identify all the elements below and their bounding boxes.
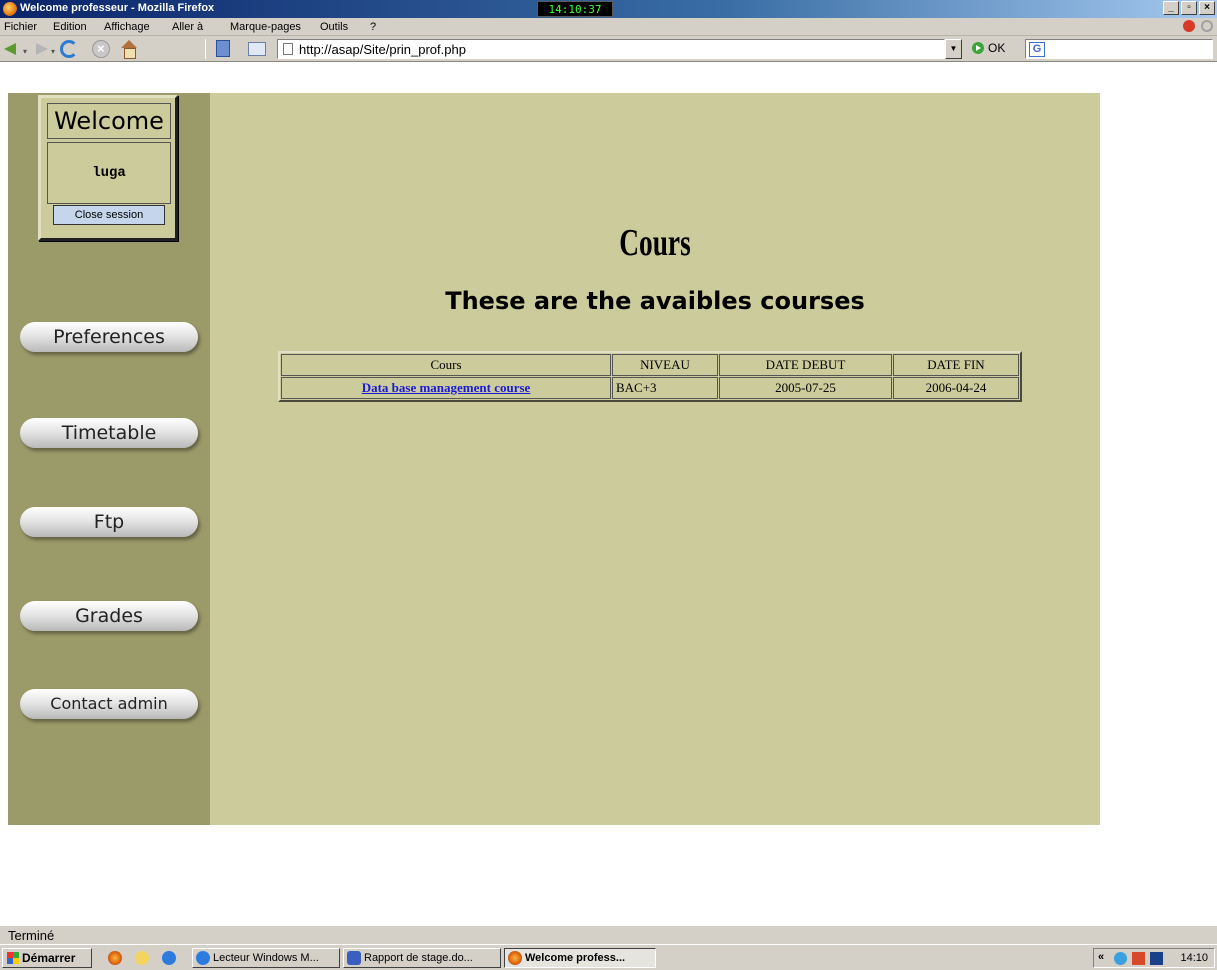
back-dropdown-icon[interactable]: ▾ [23, 47, 27, 56]
page-title: Cours [619, 222, 691, 264]
course-end-cell: 2006-04-24 [893, 377, 1019, 399]
close-window-button[interactable]: × [1199, 1, 1215, 15]
url-dropdown-button[interactable]: ▼ [945, 39, 962, 59]
windows-logo-icon [7, 952, 19, 964]
word-document-icon [347, 951, 361, 965]
task-firefox-window[interactable]: Welcome profess... [504, 948, 656, 968]
system-tray: « 14:10 [1093, 948, 1215, 968]
task-label: Welcome profess... [525, 952, 626, 964]
table-row: Data base management course BAC+3 2005-0… [281, 377, 1019, 399]
firefox-icon [3, 2, 17, 16]
page-subtitle: These are the avaibles courses [445, 287, 865, 315]
maximize-button[interactable]: ▫ [1181, 1, 1197, 15]
column-header-date-fin: DATE FIN [893, 354, 1019, 376]
ftp-button[interactable]: Ftp [20, 507, 198, 537]
left-sidebar: Welcome luga Close session Preferences T… [8, 93, 210, 825]
reload-icon[interactable] [60, 40, 78, 58]
contact-admin-button[interactable]: Contact admin [20, 689, 198, 719]
menu-affichage[interactable]: Affichage [104, 21, 150, 33]
media-player-icon [196, 951, 210, 965]
column-header-cours: Cours [281, 354, 611, 376]
tray-expand-icon[interactable]: « [1098, 951, 1104, 963]
tray-clock: 14:10 [1180, 952, 1208, 964]
status-bar: Terminé [0, 925, 1217, 944]
menu-bar: Fichier Edition Affichage Aller à Marque… [0, 18, 1217, 36]
menu-aller[interactable]: Aller à [172, 21, 203, 33]
start-button[interactable]: Démarrer [2, 948, 92, 968]
table-header-row: Cours NIVEAU DATE DEBUT DATE FIN [281, 354, 1019, 376]
volume-icon[interactable] [1150, 952, 1163, 965]
firefox-quicklaunch-icon[interactable] [108, 951, 122, 965]
page-icon [283, 43, 293, 55]
task-word-document[interactable]: Rapport de stage.do... [343, 948, 501, 968]
course-link[interactable]: Data base management course [362, 380, 531, 395]
go-label: OK [988, 41, 1006, 55]
throbber-icon [1201, 20, 1213, 32]
explorer-quicklaunch-icon[interactable] [135, 951, 149, 965]
menu-fichier[interactable]: Fichier [4, 21, 37, 33]
timetable-button[interactable]: Timetable [20, 418, 198, 448]
course-level-cell: BAC+3 [612, 377, 718, 399]
course-start-cell: 2005-07-25 [719, 377, 892, 399]
course-name-cell: Data base management course [281, 377, 611, 399]
home-icon[interactable] [120, 40, 138, 59]
security-icon[interactable] [1132, 952, 1145, 965]
menu-outils[interactable]: Outils [320, 21, 348, 33]
back-arrow-icon[interactable] [4, 40, 22, 58]
start-label: Démarrer [22, 951, 76, 965]
preferences-button[interactable]: Preferences [20, 322, 198, 352]
clock-display: 14:10:37 [537, 1, 613, 17]
stop-icon[interactable] [92, 40, 110, 58]
welcome-panel: Welcome luga Close session [38, 95, 178, 241]
task-label: Rapport de stage.do... [364, 952, 473, 964]
navigation-toolbar: ▾ ▾ http://asap/Site/prin_prof.php ▼ OK … [0, 36, 1217, 62]
search-box[interactable]: G [1025, 39, 1213, 59]
forward-dropdown-icon[interactable]: ▾ [51, 47, 55, 56]
go-arrow-icon [972, 42, 984, 54]
main-panel: Cours These are the avaibles courses Cou… [210, 93, 1100, 825]
page-content: Welcome luga Close session Preferences T… [0, 63, 1217, 925]
url-text[interactable]: http://asap/Site/prin_prof.php [299, 42, 466, 57]
alert-icon [1183, 20, 1195, 32]
google-search-icon[interactable]: G [1029, 42, 1045, 57]
firefox-icon [508, 951, 522, 965]
minimize-button[interactable]: _ [1163, 1, 1179, 15]
column-header-date-debut: DATE DEBUT [719, 354, 892, 376]
column-header-niveau: NIVEAU [612, 354, 718, 376]
username-display: luga [47, 142, 171, 204]
grades-button[interactable]: Grades [20, 601, 198, 631]
status-text: Terminé [8, 928, 55, 943]
close-session-button[interactable]: Close session [53, 205, 165, 225]
menu-help[interactable]: ? [370, 21, 376, 33]
forward-arrow-icon[interactable] [32, 40, 50, 58]
go-button[interactable]: OK [972, 41, 1005, 55]
window-title-bar: Welcome professeur - Mozilla Firefox 14:… [0, 0, 1217, 18]
menu-marque-pages[interactable]: Marque-pages [230, 21, 301, 33]
media-player-quicklaunch-icon[interactable] [162, 951, 176, 965]
toolbar-separator [205, 39, 206, 59]
menu-edition[interactable]: Edition [53, 21, 87, 33]
network-icon[interactable] [1114, 952, 1127, 965]
courses-table: Cours NIVEAU DATE DEBUT DATE FIN Data ba… [278, 351, 1022, 402]
task-media-player[interactable]: Lecteur Windows M... [192, 948, 340, 968]
url-bar[interactable]: http://asap/Site/prin_prof.php [277, 39, 945, 59]
window-title: Welcome professeur - Mozilla Firefox [20, 2, 215, 14]
bookmarks-icon[interactable] [216, 40, 230, 57]
downloads-icon[interactable] [248, 42, 266, 56]
task-label: Lecteur Windows M... [213, 952, 319, 964]
windows-taskbar: Démarrer Lecteur Windows M... Rapport de… [0, 944, 1217, 970]
welcome-title: Welcome [47, 103, 171, 139]
